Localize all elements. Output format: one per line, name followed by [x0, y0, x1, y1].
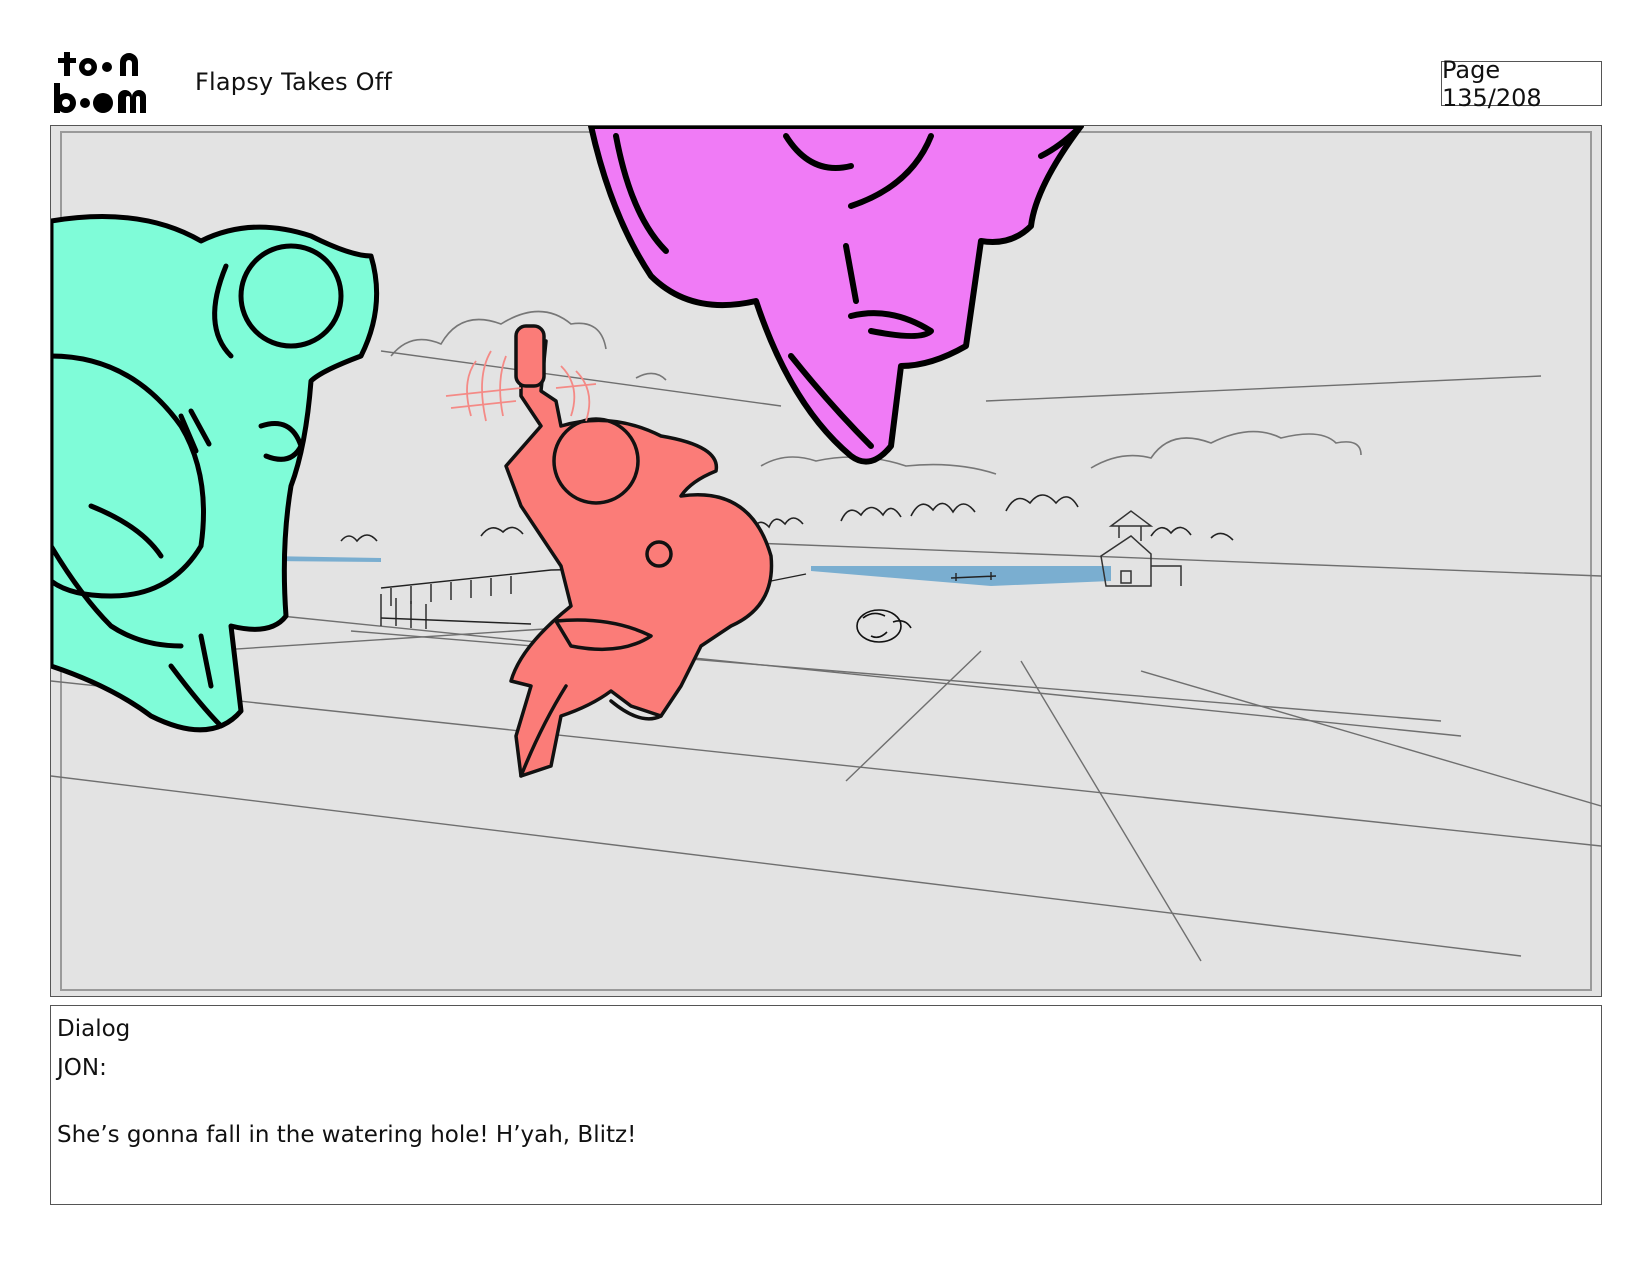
panel-drawing: [51, 126, 1601, 996]
dialog-speaker: JON:: [57, 1055, 107, 1081]
page-number: Page 135/208: [1441, 56, 1602, 112]
storyboard-panel: [50, 125, 1602, 997]
toonboom-logo: [54, 52, 146, 113]
dialog-section: Dialog JON: She’s gonna fall in the wate…: [50, 1005, 1602, 1205]
dialog-heading: Dialog: [57, 1016, 131, 1042]
dialog-line: She’s gonna fall in the watering hole! H…: [57, 1122, 637, 1148]
document-title: Flapsy Takes Off: [195, 68, 393, 96]
